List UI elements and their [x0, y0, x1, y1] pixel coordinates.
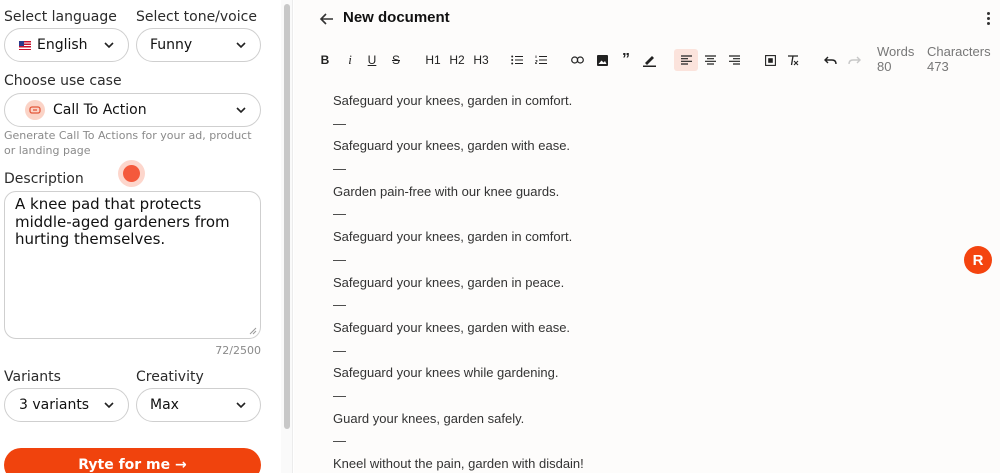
content-line: Safeguard your knees, garden with ease.	[333, 319, 571, 335]
chevron-down-icon	[104, 42, 114, 49]
separator-line: —	[333, 115, 346, 131]
creativity-select[interactable]: Max	[136, 388, 261, 422]
usecase-helper-text: Generate Call To Actions for your ad, pr…	[4, 129, 252, 157]
words-count: 80	[877, 59, 892, 74]
usecase-label: Choose use case	[4, 73, 122, 89]
language-label: Select language	[4, 9, 117, 25]
usecase-select[interactable]: Call To Action	[4, 93, 261, 127]
chevron-down-icon	[104, 402, 114, 409]
description-label: Description	[4, 171, 84, 187]
settings-panel: Select language Select tone/voice Englis…	[0, 0, 281, 473]
document-title: New document	[343, 9, 450, 26]
tone-value: Funny	[150, 37, 193, 53]
bullet-list-icon[interactable]	[510, 50, 524, 70]
content-line: Safeguard your knees, garden in comfort.	[333, 93, 573, 108]
editor-panel: New document B i U S H1 H2 H3 ” Words 80…	[294, 0, 1000, 473]
highlight-icon[interactable]	[642, 50, 656, 70]
separator-line: —	[333, 433, 346, 449]
document-content[interactable]: Safeguard your knees, garden in comfort.…	[333, 90, 584, 473]
record-icon[interactable]	[118, 160, 145, 187]
heading3-button[interactable]: H3	[472, 50, 490, 70]
more-vertical-icon[interactable]	[986, 11, 990, 27]
focus-icon[interactable]	[763, 50, 777, 70]
tone-select[interactable]: Funny	[136, 28, 261, 62]
chevron-down-icon	[236, 402, 246, 409]
usecase-value: Call To Action	[53, 102, 147, 118]
align-center-icon[interactable]	[703, 50, 717, 70]
align-right-icon[interactable]	[727, 50, 741, 70]
content-line: Safeguard your knees while gardening.	[333, 365, 559, 381]
numbered-list-icon[interactable]	[534, 50, 548, 70]
content-line: Safeguard your knees, garden in peace.	[333, 274, 565, 290]
flag-us-icon	[19, 40, 31, 50]
tone-label: Select tone/voice	[136, 9, 257, 25]
underline-button[interactable]: U	[366, 50, 378, 70]
chevron-down-icon	[236, 107, 246, 114]
separator-line: —	[333, 297, 346, 313]
heading1-button[interactable]: H1	[424, 50, 442, 70]
character-counter: 72/2500	[215, 344, 261, 357]
variants-label: Variants	[4, 369, 61, 385]
ryte-for-me-button[interactable]: Ryte for me →	[4, 448, 261, 473]
creativity-label: Creativity	[136, 369, 204, 385]
image-icon[interactable]	[595, 50, 609, 70]
description-textarea[interactable]: A knee pad that protects middle-aged gar…	[4, 191, 261, 339]
description-text: A knee pad that protects middle-aged gar…	[15, 195, 230, 248]
italic-button[interactable]: i	[344, 50, 356, 70]
panel-scrollbar[interactable]	[281, 0, 293, 473]
redo-icon[interactable]	[847, 50, 861, 70]
separator-line: —	[333, 387, 346, 403]
chevron-down-icon	[236, 42, 246, 49]
separator-line: —	[333, 206, 346, 222]
ryte-assistant-badge[interactable]: R	[964, 246, 992, 274]
align-left-icon[interactable]	[674, 49, 698, 71]
content-line: Garden pain-free with our knee guards.	[333, 183, 560, 199]
scrollbar-thumb[interactable]	[284, 4, 290, 429]
heading2-button[interactable]: H2	[448, 50, 466, 70]
clear-format-icon[interactable]	[786, 50, 800, 70]
characters-label: Characters	[927, 44, 991, 59]
bold-button[interactable]: B	[319, 50, 331, 70]
strikethrough-button[interactable]: S	[390, 50, 402, 70]
undo-icon[interactable]	[823, 50, 837, 70]
creativity-value: Max	[150, 397, 179, 413]
content-line: Kneel without the pain, garden with disd…	[333, 456, 584, 471]
resize-handle-icon[interactable]	[249, 327, 257, 335]
variants-select[interactable]: 3 variants	[4, 388, 129, 422]
link-icon[interactable]	[570, 50, 584, 70]
separator-line: —	[333, 251, 346, 267]
call-to-action-icon	[25, 100, 45, 120]
words-label: Words	[877, 44, 915, 59]
separator-line: —	[333, 161, 346, 177]
language-value: English	[37, 37, 88, 53]
content-line: Guard your knees, garden safely.	[333, 410, 525, 426]
separator-line: —	[333, 342, 346, 358]
content-line: Safeguard your knees, garden with ease.	[333, 138, 571, 154]
characters-count: 473	[927, 59, 949, 74]
language-select[interactable]: English	[4, 28, 129, 62]
content-line: Safeguard your knees, garden in comfort.	[333, 229, 573, 245]
quote-icon[interactable]: ”	[619, 50, 633, 70]
arrow-left-icon[interactable]	[319, 11, 335, 27]
variants-value: 3 variants	[19, 397, 90, 413]
